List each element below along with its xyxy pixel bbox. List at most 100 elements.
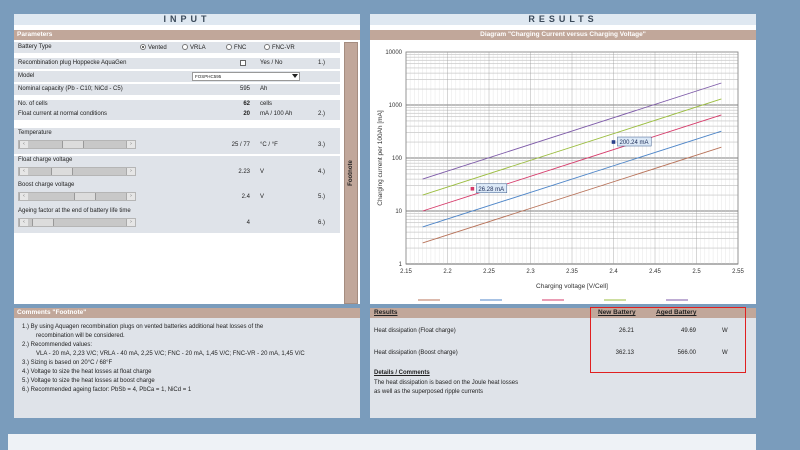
comment-line: recombination will be considered.	[36, 333, 125, 339]
slider-right-arrow-icon[interactable]: ›	[126, 193, 135, 200]
x-tick-label: 2.4	[609, 269, 618, 275]
float-heat-label: Heat dissipation (Float charge)	[374, 328, 456, 334]
float-voltage-note: 4.)	[318, 169, 326, 175]
charging-current-chart: 2.15 2.2 2.25 2.3 2.35 2.4 2.45 2.5 2.55 1 10 100 10…	[377, 50, 744, 301]
float-voltage-value: 2.23	[238, 169, 250, 175]
y-tick-label: 100	[392, 156, 403, 162]
slider-left-arrow-icon[interactable]: ‹	[19, 168, 28, 175]
results-panel: RESULTS Diagram "Charging Current versus…	[370, 14, 756, 304]
no-cells-unit: cells	[260, 101, 273, 107]
details-line: as well as the superposed ripple current…	[374, 389, 484, 395]
radio-fnc-label: FNC	[234, 45, 247, 51]
float-voltage-label: Float charge voltage	[18, 157, 73, 163]
highlight-box	[590, 307, 746, 373]
float-current-unit: mA / 100 Ah	[260, 111, 293, 117]
comments-panel: Comments "Footnote" 1.) By using Aquagen…	[14, 308, 360, 418]
x-tick-label: 2.3	[526, 269, 535, 275]
recombination-value-label: Yes / No	[260, 60, 283, 66]
slider-right-arrow-icon[interactable]: ›	[126, 168, 135, 175]
temperature-note: 3.)	[318, 142, 326, 148]
boost-voltage-unit: V	[260, 194, 265, 200]
radio-on-icon	[140, 44, 146, 50]
footer-strip	[8, 434, 756, 450]
ageing-value: 4	[246, 220, 250, 226]
diagram-header: Diagram "Charging Current versus Chargin…	[370, 30, 756, 40]
temperature-label: Temperature	[18, 130, 52, 136]
slider-right-arrow-icon[interactable]: ›	[126, 141, 135, 148]
float-voltage-unit: V	[260, 169, 265, 175]
float-current-value: 20	[243, 111, 250, 117]
comment-line: 6.) Recommended ageing factor: PbSb = 4,…	[22, 387, 192, 393]
boost-voltage-label: Boost charge voltage	[18, 182, 75, 188]
slider-thumb[interactable]	[62, 141, 85, 148]
x-tick-label: 2.25	[483, 269, 495, 275]
slider-thumb[interactable]	[73, 193, 96, 200]
ageing-label: Ageing factor at the end of battery life…	[18, 208, 131, 214]
comment-line: 3.) Sizing is based on 20°C / 68°F	[22, 360, 113, 366]
parameters-header: Parameters	[14, 30, 360, 40]
comment-line: 4.) Voltage to size the heat losses at f…	[22, 369, 152, 375]
radio-vented[interactable]: Vented	[140, 44, 167, 51]
nominal-capacity-value: 595	[239, 86, 250, 92]
cells-rows	[14, 100, 340, 120]
temperature-slider[interactable]: ‹ ›	[18, 140, 136, 149]
comment-line: 5.) Voltage to size the heat losses at b…	[22, 378, 155, 384]
radio-off-icon	[182, 44, 188, 50]
comment-line: 1.) By using Aquagen recombination plugs…	[22, 324, 264, 330]
radio-off-icon	[226, 44, 232, 50]
input-title: INPUT	[14, 14, 360, 25]
results-title: RESULTS	[370, 14, 756, 25]
recombination-label: Recombination plug Hoppecke AquaGen	[18, 60, 127, 66]
slider-left-arrow-icon[interactable]: ‹	[19, 141, 28, 148]
radio-vented-label: Vented	[148, 45, 167, 51]
slider-left-arrow-icon[interactable]: ‹	[19, 219, 28, 226]
model-label: Model	[18, 73, 35, 79]
y-tick-label: 1	[399, 262, 403, 268]
boost-voltage-slider[interactable]: ‹ ›	[18, 192, 136, 201]
x-tick-label: 2.55	[732, 269, 744, 275]
temperature-value: 25 / 77	[231, 142, 250, 148]
float-current-note: 2.)	[318, 111, 326, 117]
float-voltage-slider[interactable]: ‹ ›	[18, 167, 136, 176]
slider-thumb[interactable]	[31, 219, 54, 226]
model-select-value: FOSPHC595	[195, 74, 222, 79]
recombination-checkbox[interactable]	[240, 60, 246, 66]
float-current-label: Float current at normal conditions	[18, 111, 108, 117]
radio-fnc-vr-label: FNC-VR	[272, 45, 295, 51]
ageing-slider[interactable]: ‹ ›	[18, 218, 136, 227]
y-axis-label: Charging current per 100Ah [mA]	[377, 110, 384, 206]
x-tick-label: 2.15	[400, 269, 412, 275]
y-tick-label: 10000	[385, 50, 402, 56]
comment-line: VLA - 20 mA, 2,23 V/C; VRLA - 40 mA, 2,2…	[36, 351, 305, 357]
no-cells-value: 62	[243, 101, 250, 107]
radio-off-icon	[264, 44, 270, 50]
slider-thumb[interactable]	[50, 168, 73, 175]
radio-vrla[interactable]: VRLA	[182, 44, 206, 51]
x-tick-label: 2.2	[443, 269, 452, 275]
boost-heat-label: Heat dissipation (Boost charge)	[374, 350, 458, 356]
annotation-label: 200.24 mA	[620, 140, 649, 146]
y-tick-label: 1000	[389, 103, 403, 109]
temperature-unit: °C / °F	[260, 142, 278, 148]
ageing-note: 6.)	[318, 220, 326, 226]
x-tick-label: 2.45	[649, 269, 661, 275]
details-line: The heat dissipation is based on the Jou…	[374, 380, 519, 386]
radio-fnc[interactable]: FNC	[226, 44, 246, 51]
comment-line: 2.) Recommended values:	[22, 342, 93, 348]
annotation-label: 26.28 mA	[478, 187, 504, 193]
slider-right-arrow-icon[interactable]: ›	[126, 219, 135, 226]
chevron-down-icon	[292, 74, 298, 78]
results-table-header: Results	[374, 309, 398, 316]
y-tick-label: 10	[395, 209, 402, 215]
radio-vrla-label: VRLA	[190, 45, 206, 51]
boost-voltage-note: 5.)	[318, 194, 326, 200]
radio-fnc-vr[interactable]: FNC-VR	[264, 44, 295, 51]
footnote-tab-label: Footnote	[348, 160, 354, 186]
model-select[interactable]: FOSPHC595	[192, 72, 300, 81]
details-header: Details / Comments	[374, 370, 430, 376]
x-tick-label: 2.35	[566, 269, 578, 275]
footnote-tab[interactable]: Footnote	[344, 42, 358, 304]
slider-left-arrow-icon[interactable]: ‹	[19, 193, 28, 200]
nominal-capacity-unit: Ah	[260, 86, 268, 92]
boost-voltage-value: 2.4	[241, 194, 250, 200]
